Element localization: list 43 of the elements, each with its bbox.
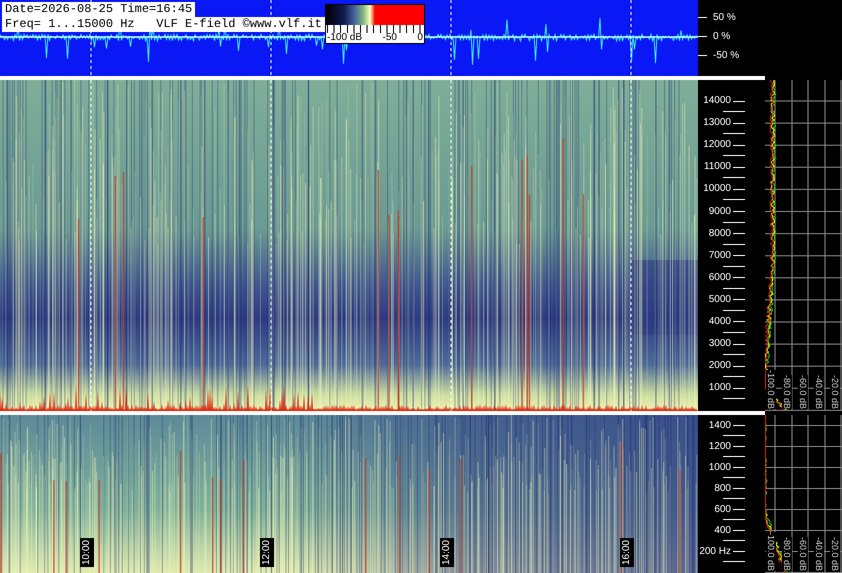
scale-label: -100 dB — [327, 33, 362, 43]
percent-label: -50 % — [713, 50, 740, 62]
frequency-label: 400 — [714, 524, 731, 536]
scale-label: 0 — [417, 33, 423, 43]
db-label: -20.0 dB — [830, 374, 840, 409]
frequency-label: 8000 — [708, 228, 731, 240]
frequency-label: 14000 — [703, 95, 731, 108]
frequency-label: 1000 — [708, 462, 731, 474]
frequency-label: 3000 — [708, 338, 731, 350]
frequency-label: 1400 — [708, 420, 731, 432]
frequency-label: 6000 — [708, 272, 731, 284]
db-label: -40.0 dB — [814, 536, 824, 571]
db-label: -100.0 dB — [766, 532, 776, 571]
scale-label: -50 — [382, 33, 397, 43]
time-label: 10:00 — [80, 538, 94, 567]
info-label: Freq= 1...15000 Hz VLF E-field ©www.vlf.it — [2, 17, 325, 32]
time-label: 14:00 — [440, 538, 454, 567]
frequency-label: 2000 — [708, 360, 731, 372]
frequency-label: 600 — [714, 504, 731, 516]
date-time-label: Date=2026-08-25 Time=16:45 — [2, 2, 196, 17]
frequency-label: 1000 — [708, 382, 731, 394]
db-label: -20.0 dB — [830, 536, 840, 571]
db-label: -100.0 dB — [766, 370, 776, 409]
frequency-label: 4000 — [708, 316, 731, 328]
db-label: -80.0 dB — [782, 374, 792, 409]
percent-label: 50 % — [713, 12, 736, 24]
frequency-label: 13000 — [703, 117, 731, 130]
frequency-label: 9000 — [708, 206, 731, 218]
db-label: -60.0 dB — [798, 536, 808, 571]
db-label: -60.0 dB — [798, 374, 808, 409]
frequency-label: 10000 — [703, 183, 731, 196]
db-label: -80.0 dB — [782, 536, 792, 571]
db-label: -40.0 dB — [814, 374, 824, 409]
percent-label: 0 % — [713, 30, 730, 42]
frequency-label: 1200 — [708, 440, 731, 452]
frequency-label: 800 — [714, 482, 731, 494]
time-label: 12:00 — [260, 538, 274, 567]
frequency-label: 200 Hz — [699, 546, 731, 558]
frequency-label: 11000 — [704, 161, 731, 174]
frequency-label: 12000 — [703, 139, 731, 152]
time-label: 16:00 — [620, 538, 634, 567]
frequency-label: 5000 — [708, 294, 731, 306]
frequency-label: 7000 — [708, 250, 731, 262]
